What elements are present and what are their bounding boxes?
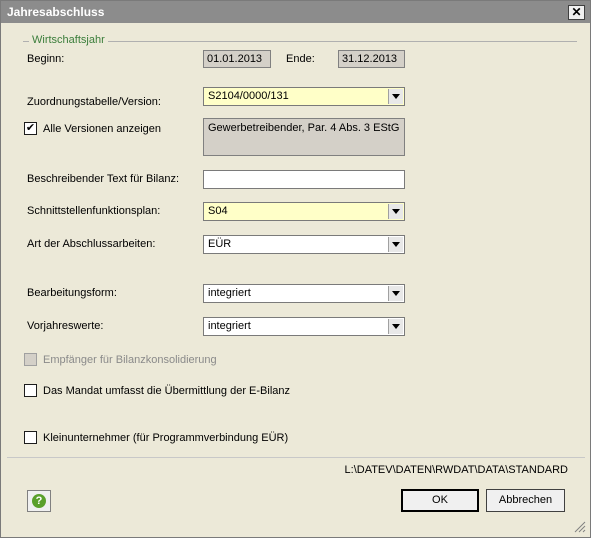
mapping-description-text: Gewerbetreibender, Par. 4 Abs. 3 EStG bbox=[208, 122, 400, 134]
processing-form-label: Bearbeitungsform: bbox=[27, 287, 117, 299]
help-icon: ? bbox=[32, 494, 46, 508]
data-path: L:\DATEV\DATEN\RWDAT\DATA\STANDARD bbox=[344, 464, 568, 476]
ebilanz-label: Das Mandat umfasst die Übermittlung der … bbox=[43, 385, 290, 397]
closing-type-value: EÜR bbox=[208, 238, 232, 250]
chevron-down-icon[interactable] bbox=[388, 286, 403, 301]
prior-year-label: Vorjahreswerte: bbox=[27, 320, 104, 332]
check-icon: ✔ bbox=[25, 122, 36, 134]
closing-type-label: Art der Abschlussarbeiten: bbox=[27, 238, 156, 250]
group-label-fiscal-year: Wirtschaftsjahr bbox=[29, 34, 108, 46]
mapping-description-box: Gewerbetreibender, Par. 4 Abs. 3 EStG bbox=[203, 118, 405, 156]
interface-plan-value: S04 bbox=[208, 205, 228, 217]
mapping-table-value: S2104/0000/131 bbox=[208, 90, 289, 102]
chevron-down-icon[interactable] bbox=[388, 204, 403, 219]
show-all-versions-checkbox[interactable]: ✔ bbox=[24, 122, 37, 135]
close-button[interactable]: ✕ bbox=[568, 5, 585, 20]
close-icon: ✕ bbox=[571, 5, 582, 19]
ok-button[interactable]: OK bbox=[401, 489, 479, 512]
resize-grip-icon[interactable] bbox=[574, 521, 586, 533]
mapping-table-select[interactable]: S2104/0000/131 bbox=[203, 87, 405, 106]
window-title: Jahresabschluss bbox=[7, 5, 105, 19]
small-business-checkbox[interactable] bbox=[24, 431, 37, 444]
begin-date-value: 01.01.2013 bbox=[207, 53, 263, 65]
ebilanz-checkbox[interactable] bbox=[24, 384, 37, 397]
end-label: Ende: bbox=[286, 53, 315, 65]
closing-type-select[interactable]: EÜR bbox=[203, 235, 405, 254]
prior-year-select[interactable]: integriert bbox=[203, 317, 405, 336]
footer-separator bbox=[7, 457, 585, 458]
consolidation-checkbox bbox=[24, 353, 37, 366]
chevron-down-icon[interactable] bbox=[388, 237, 403, 252]
help-button[interactable]: ? bbox=[27, 490, 51, 512]
chevron-down-icon[interactable] bbox=[388, 319, 403, 334]
show-all-versions-label: Alle Versionen anzeigen bbox=[43, 123, 162, 135]
bilanz-text-input[interactable] bbox=[203, 170, 405, 189]
small-business-label: Kleinunternehmer (für Programmverbindung… bbox=[43, 432, 289, 444]
mapping-table-label: Zuordnungstabelle/Version: bbox=[27, 96, 161, 108]
begin-date-field: 01.01.2013 bbox=[203, 50, 271, 68]
end-date-value: 31.12.2013 bbox=[342, 53, 398, 65]
interface-plan-label: Schnittstellenfunktionsplan: bbox=[27, 205, 161, 217]
bilanz-text-label: Beschreibender Text für Bilanz: bbox=[27, 173, 180, 185]
title-bar[interactable]: Jahresabschluss ✕ bbox=[1, 1, 590, 23]
end-date-field: 31.12.2013 bbox=[338, 50, 405, 68]
consolidation-label: Empfänger für Bilanzkonsolidierung bbox=[43, 354, 217, 366]
begin-label: Beginn: bbox=[27, 53, 65, 65]
cancel-button[interactable]: Abbrechen bbox=[486, 489, 565, 512]
processing-form-select[interactable]: integriert bbox=[203, 284, 405, 303]
interface-plan-select[interactable]: S04 bbox=[203, 202, 405, 221]
chevron-down-icon[interactable] bbox=[388, 89, 403, 104]
processing-form-value: integriert bbox=[208, 287, 251, 299]
prior-year-value: integriert bbox=[208, 320, 251, 332]
dialog-window: Jahresabschluss ✕ Wirtschaftsjahr Beginn… bbox=[0, 0, 591, 538]
